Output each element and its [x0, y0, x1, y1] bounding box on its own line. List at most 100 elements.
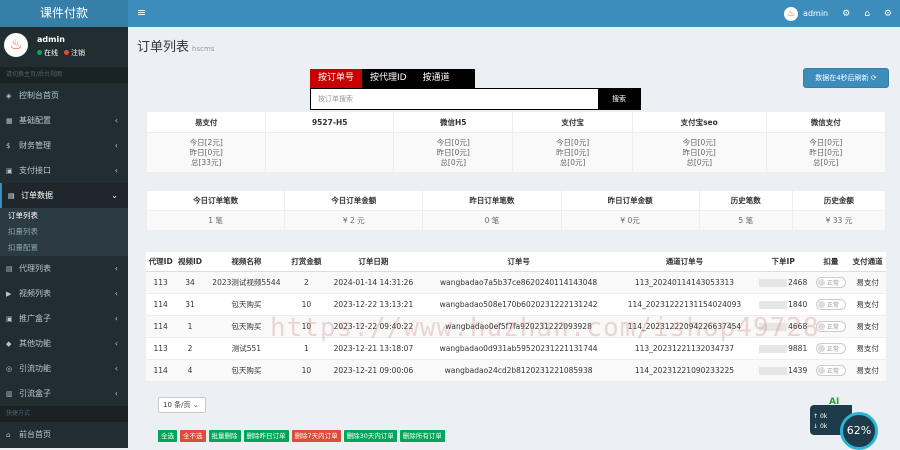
logout-link[interactable]: 注销 — [64, 48, 85, 58]
table-row[interactable]: 114 4 包天购买 10 2023-12-21 09:00:06 wangbadao24… — [146, 359, 886, 382]
table-cell: 114_20231222094226637454 — [615, 315, 754, 338]
sidebar-item-traffic[interactable]: ◎ 引流功能 ‹ — [0, 356, 128, 381]
column-header[interactable]: 视频ID — [175, 252, 205, 272]
home-icon: ⌂ — [6, 430, 11, 439]
sidebar-item-orders[interactable]: ▤ 订单数据 ⌄ — [0, 183, 128, 208]
delete-30days-button[interactable]: 删除30天内订单 — [343, 430, 397, 442]
search-button[interactable]: 搜索 — [598, 89, 640, 109]
sidebar-subitem-order-list[interactable]: 订单列表 — [0, 208, 128, 224]
column-header[interactable]: 订单号 — [422, 252, 616, 272]
sidebar-submenu: 订单列表 扣量列表 扣量配置 — [0, 208, 128, 256]
sidebar-item-agents[interactable]: ▤ 代理列表 ‹ — [0, 256, 128, 281]
select-all-button[interactable]: 全选 — [158, 430, 177, 442]
avatar: ♨ — [4, 33, 28, 57]
chevron-left-icon: ‹ — [114, 339, 118, 348]
table-cell: 10 — [288, 359, 325, 382]
table-cell: 113_20240114143053313 — [615, 271, 754, 294]
sidebar-item-finance[interactable]: $ 财务管理 ‹ — [0, 133, 128, 158]
stat-value: ¥ 0元 — [560, 210, 700, 231]
chevron-left-icon: ‹ — [114, 141, 118, 150]
user-menu[interactable]: ♨ admin — [784, 6, 828, 21]
sidebar-section-quick: 快捷方式 — [0, 406, 128, 422]
ip-redaction — [759, 322, 788, 331]
chevron-left-icon: ‹ — [114, 289, 118, 298]
settings-icon: ▦ — [6, 116, 13, 125]
deduct-toggle[interactable]: 正常 — [815, 320, 846, 332]
table-cell: wangbadao0ef5f7fa920231222093928 — [422, 315, 616, 338]
table-cell: 113 — [146, 271, 176, 294]
table-cell: 34 — [175, 271, 205, 294]
deduct-toggle[interactable]: 正常 — [815, 298, 846, 310]
sidebar-item-other[interactable]: ◆ 其他功能 ‹ — [0, 331, 128, 356]
refresh-button[interactable]: 数据在4秒后刷新 ⟳ — [803, 68, 889, 88]
table-cell: 113 — [146, 337, 176, 360]
toggle-knob — [817, 300, 825, 308]
table-cell: 易支付 — [849, 359, 886, 382]
ai-label: AI — [829, 397, 840, 407]
column-header[interactable]: 打赏金额 — [288, 252, 325, 272]
delete-all-button[interactable]: 删除所有订单 — [399, 430, 445, 442]
column-header[interactable]: 订单日期 — [324, 252, 423, 272]
deduct-toggle[interactable]: 正常 — [815, 276, 846, 288]
sidebar-item-dashboard[interactable]: ◈ 控制台首页 — [0, 83, 128, 108]
sidebar-item-front-home[interactable]: ⌂ 前台首页 — [0, 422, 128, 447]
order-ip-cell: 2468 — [753, 271, 813, 294]
payment-icon: ▣ — [6, 166, 13, 175]
deduct-toggle-cell: 正常 — [812, 337, 850, 360]
tab-by-agent-id[interactable]: 按代理ID — [362, 69, 415, 88]
page-size-select[interactable]: 10 条/页 ⌄ — [158, 397, 206, 413]
table-cell: 114_20231221090233225 — [615, 359, 754, 382]
delete-yesterday-button[interactable]: 删除昨日订单 — [243, 430, 289, 442]
bulk-delete-button[interactable]: 批量删除 — [208, 430, 241, 442]
stat-header: 历史笔数 — [698, 190, 793, 211]
status-online: 在线 — [37, 48, 58, 58]
table-cell: 2 — [288, 271, 325, 294]
user-avatar-icon: ♨ — [784, 6, 799, 21]
table-cell: 1 — [175, 315, 205, 338]
table-row[interactable]: 113 2 测试551 1 2023-12-21 13:18:07 wangbadao0d… — [146, 337, 886, 360]
table-cell: 114 — [146, 315, 176, 338]
sidebar-item-videos[interactable]: ▶ 视频列表 ‹ — [0, 281, 128, 306]
chevron-left-icon: ‹ — [114, 314, 118, 323]
table-cell: 包天购买 — [204, 315, 289, 338]
upload-speed: ↑ 0k — [813, 413, 828, 420]
deduct-toggle[interactable]: 正常 — [815, 342, 846, 354]
agent-icon: ▤ — [6, 264, 13, 273]
table-row[interactable]: 114 1 包天购买 10 2023-12-22 09:40:22 wangbadao0e… — [146, 315, 886, 338]
table-row[interactable]: 113 34 2023测试视频5544 2 2024-01-14 14:31:26 wan… — [146, 271, 886, 294]
table-row[interactable]: 114 31 包天购买 10 2023-12-22 13:13:21 wangbadao5… — [146, 293, 886, 316]
select-none-button[interactable]: 全不选 — [180, 430, 206, 442]
channel-amounts: 今日[0元] 昨日[0元] 总[0元] — [512, 132, 633, 173]
channel-header: 微信支付 — [765, 111, 887, 133]
order-icon: ▤ — [8, 191, 15, 200]
column-header[interactable]: 视频名称 — [204, 252, 289, 272]
chevron-down-icon: ⌄ — [111, 191, 118, 200]
tab-by-order-no[interactable]: 按订单号 — [310, 69, 363, 88]
order-stats: 今日订单笔数 今日订单金额 昨日订单笔数 昨日订单金额 历史笔数 历史金额 1 … — [145, 190, 887, 231]
settings-icon[interactable]: ⚙ — [884, 9, 892, 19]
sidebar-subitem-deduct-config[interactable]: 扣量配置 — [0, 240, 128, 256]
column-header[interactable]: 支付通道 — [849, 252, 886, 272]
search-input[interactable]: 按订单搜索 — [311, 89, 598, 109]
deduct-toggle[interactable]: 正常 — [815, 364, 846, 376]
stat-value: 1 笔 — [145, 210, 286, 231]
sidebar-item-traffic-box[interactable]: ▥ 引流盒子 ‹ — [0, 381, 128, 406]
tab-by-channel[interactable]: 按通道 — [415, 69, 458, 88]
column-header[interactable]: 扣量 — [812, 252, 850, 272]
table-cell: 2023-12-22 09:40:22 — [324, 315, 423, 338]
menu-toggle-icon[interactable]: ≡ — [137, 6, 146, 19]
sidebar-item-promo[interactable]: ▣ 推广盒子 ‹ — [0, 306, 128, 331]
home-icon[interactable]: ⌂ — [864, 9, 870, 19]
column-header[interactable]: 下单IP — [753, 252, 813, 272]
delete-7days-button[interactable]: 删除7天内订单 — [291, 430, 341, 442]
gears-icon[interactable]: ⚙ — [842, 9, 850, 19]
sidebar-item-payment[interactable]: ▣ 支付接口 ‹ — [0, 158, 128, 183]
usage-gauge[interactable]: 62% — [840, 412, 878, 450]
stat-header: 昨日订单笔数 — [422, 190, 562, 211]
sidebar-subitem-deduct-list[interactable]: 扣量列表 — [0, 224, 128, 240]
sidebar-item-basic-config[interactable]: ▦ 基础配置 ‹ — [0, 108, 128, 133]
ip-redaction — [759, 300, 788, 309]
column-header[interactable]: 代理ID — [146, 252, 176, 272]
brand-logo[interactable]: 课件付款 — [0, 0, 128, 27]
column-header[interactable]: 通道订单号 — [615, 252, 754, 272]
